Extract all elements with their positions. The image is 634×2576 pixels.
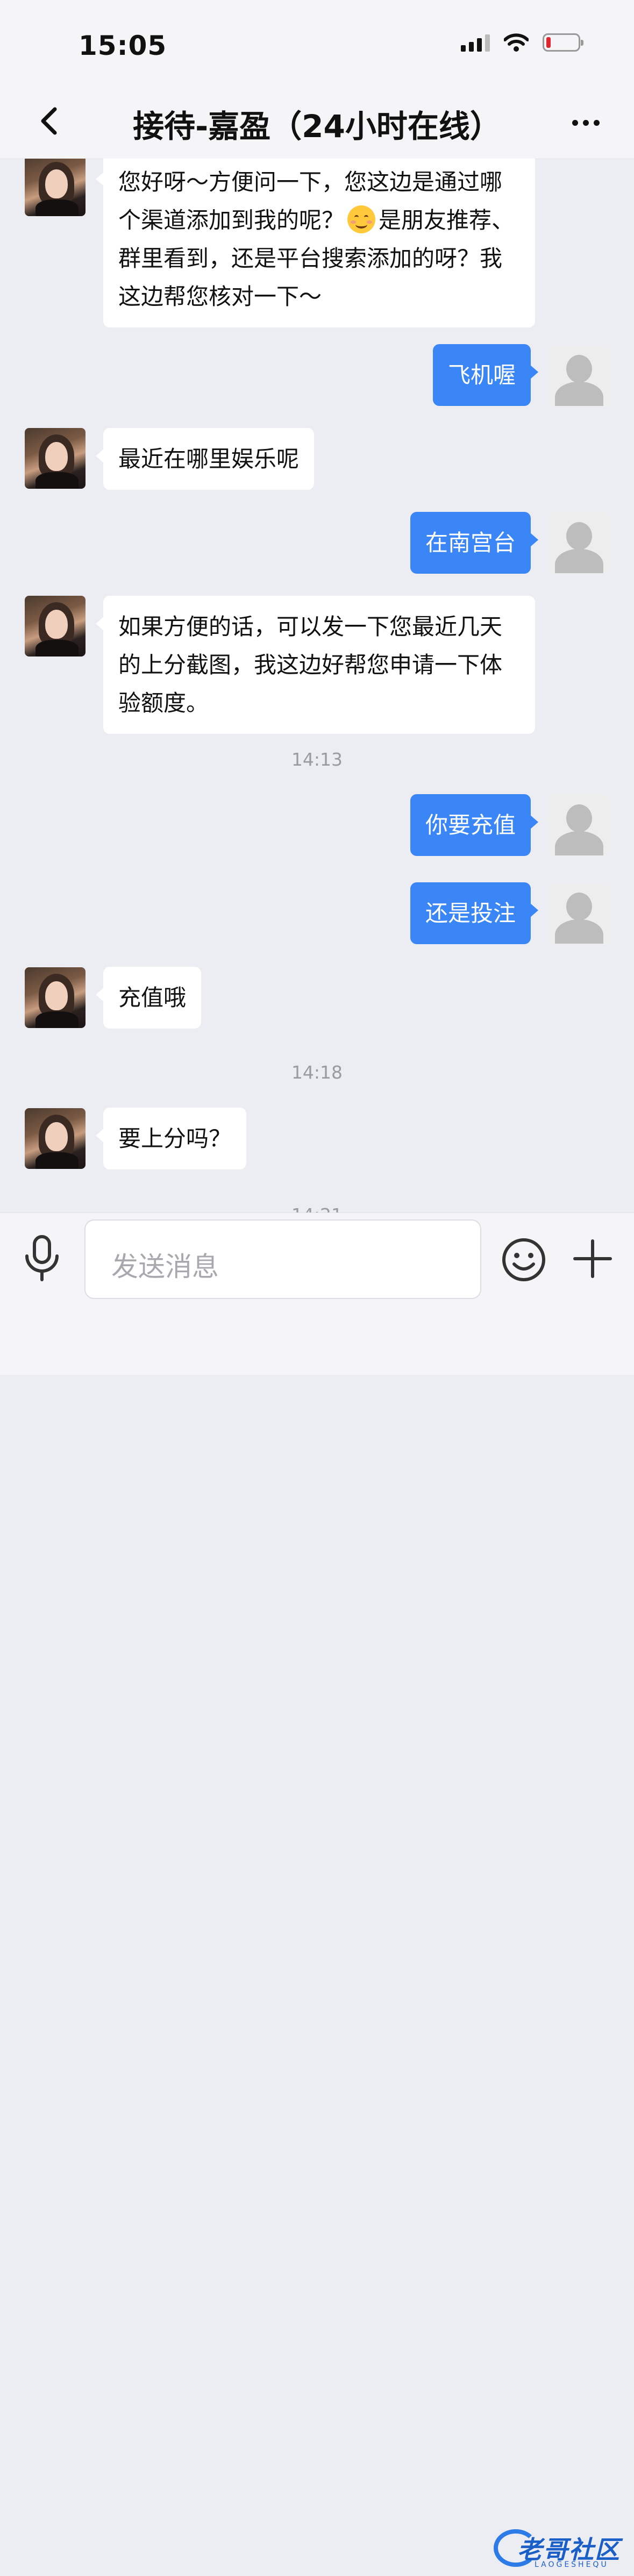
contact-avatar[interactable] xyxy=(25,1108,86,1169)
message-bubble-received[interactable]: 要上分吗？ xyxy=(95,1108,247,1169)
status-bar: 15:05 xyxy=(0,0,634,86)
input-bar: 发送消息 老哥社区 LAOGESHEQU xyxy=(0,1212,634,2569)
message-text: 充值哦 xyxy=(118,984,187,1011)
user-avatar[interactable] xyxy=(548,795,609,855)
user-avatar[interactable] xyxy=(548,512,609,573)
message-bubble-received[interactable]: 最近在哪里娱乐呢 xyxy=(95,428,315,490)
message-input[interactable]: 发送消息 xyxy=(84,1219,481,1299)
contact-avatar[interactable] xyxy=(25,596,86,657)
smiling-face-emoji-icon xyxy=(347,205,376,233)
message-bubble-received[interactable]: 充值哦 xyxy=(95,967,202,1029)
status-time: 15:05 xyxy=(79,30,167,61)
message-bubble-received[interactable]: 如果方便的话，可以发一下您最近几天的上分截图，我这边好帮您申请一下体验额度。 xyxy=(96,596,535,734)
message-input-placeholder: 发送消息 xyxy=(111,1251,219,1282)
user-avatar[interactable] xyxy=(548,345,609,406)
watermark-logo: 老哥社区 LAOGESHEQU xyxy=(489,2525,624,2576)
chat-title: 接待-嘉盈（24小时在线） xyxy=(133,108,501,145)
emoji-button[interactable] xyxy=(501,1237,546,1282)
message-text: 还是投注 xyxy=(425,900,516,926)
status-icons xyxy=(461,33,583,52)
contact-avatar[interactable] xyxy=(25,967,86,1028)
voice-input-button[interactable] xyxy=(23,1235,61,1283)
nav-bar: 接待-嘉盈（24小时在线） xyxy=(0,86,634,159)
message-text: 如果方便的话，可以发一下您最近几天的上分截图，我这边好帮您申请一下体验额度。 xyxy=(118,613,503,716)
message-text: 在南宫台 xyxy=(425,530,516,556)
cellular-signal-icon xyxy=(461,33,490,52)
user-avatar[interactable] xyxy=(548,883,609,944)
message-timestamp: 14:13 xyxy=(291,749,343,770)
message-bubble-sent[interactable]: 还是投注 xyxy=(410,882,539,944)
message-bubble-sent[interactable]: 你要充值 xyxy=(410,794,539,856)
more-actions-button[interactable] xyxy=(571,1237,614,1280)
message-timestamp: 14:18 xyxy=(291,1062,343,1083)
smiley-face-icon xyxy=(502,1238,545,1281)
message-text: 最近在哪里娱乐呢 xyxy=(118,446,300,472)
microphone-icon xyxy=(25,1235,59,1281)
message-text: 你要充值 xyxy=(425,812,516,838)
message-text: 要上分吗？ xyxy=(118,1125,232,1152)
message-bubble-sent[interactable]: 飞机喔 xyxy=(432,344,539,406)
wifi-icon xyxy=(504,33,529,52)
more-dot-icon xyxy=(582,119,589,126)
contact-avatar[interactable] xyxy=(25,159,86,216)
message-timestamp: 14:21 xyxy=(0,1204,634,1212)
message-text: 飞机喔 xyxy=(447,362,516,388)
more-dot-icon xyxy=(572,119,578,126)
battery-icon xyxy=(543,33,583,52)
message-bubble-sent[interactable]: 在南宫台 xyxy=(410,512,539,574)
more-dot-icon xyxy=(593,119,600,126)
chat-area[interactable]: 您好呀～方便问一下，您这边是通过哪个渠道添加到我的呢？ 是朋友推荐、群里看到，还是… xyxy=(0,159,634,1212)
message-bubble-received[interactable]: 您好呀～方便问一下，您这边是通过哪个渠道添加到我的呢？ 是朋友推荐、群里看到，还是… xyxy=(96,159,535,327)
more-options-button[interactable] xyxy=(564,106,607,139)
watermark-subtext: LAOGESHEQU xyxy=(535,2560,609,2569)
contact-avatar[interactable] xyxy=(25,428,86,489)
